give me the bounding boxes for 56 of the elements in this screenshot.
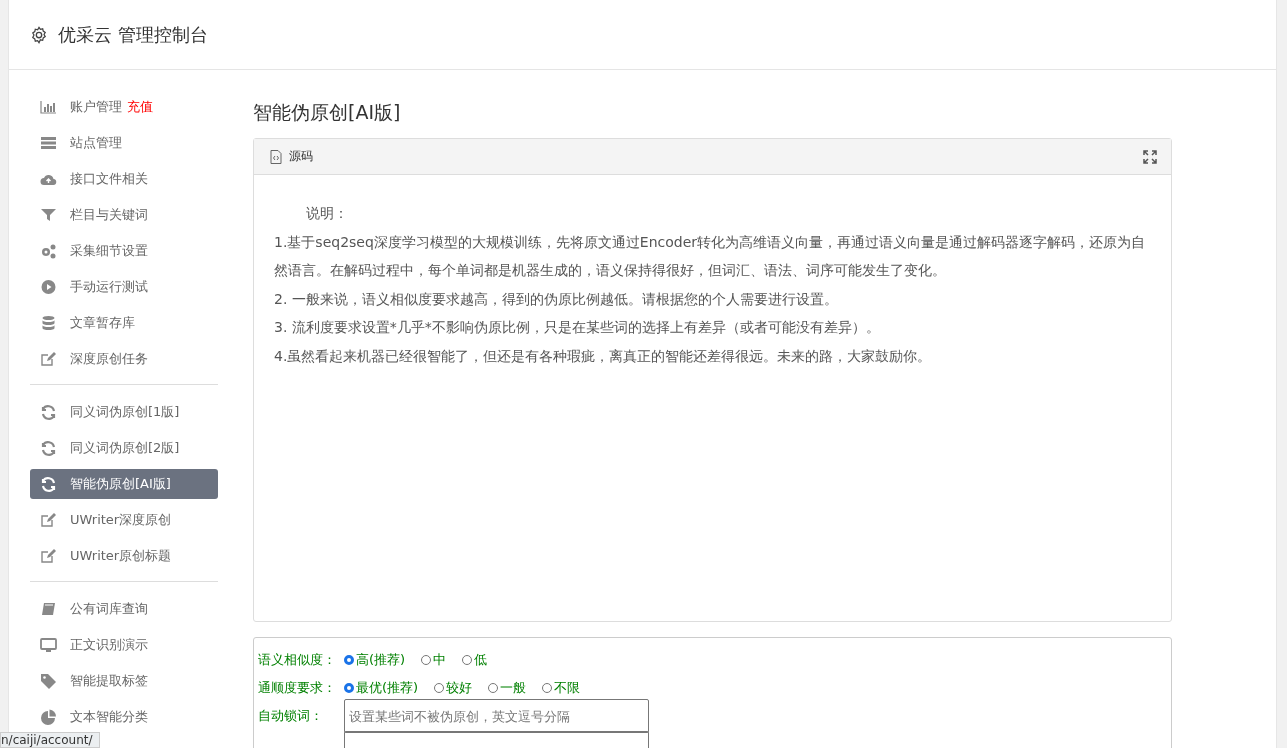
- source-button[interactable]: 源码: [268, 146, 315, 167]
- sidebar-item[interactable]: 公有词库查询: [30, 594, 218, 624]
- description-paragraph: 1.基于seq2seq深度学习模型的大规模训练，先将原文通过Encoder转化为高维语义向量，再通过语义向量是通过解码器逐字解码，还原为自然语言。在解码过程中，每个单词都是机器生成的，语义保持得很好，但词汇、语法、词序可能发生了变化。: [274, 232, 1147, 280]
- lock-words-field[interactable]: 设置某些词不被伪原创，英文逗号分隔: [344, 699, 649, 733]
- radio-option[interactable]: 最优(推荐): [344, 679, 419, 697]
- bar-chart-icon: [40, 99, 57, 115]
- filter-icon: [40, 207, 57, 223]
- description-paragraph: 2. 一般来说，语义相似度要求越高，得到的伪原比例越低。请根据您的个人需要进行设置。: [274, 289, 839, 309]
- radio-option[interactable]: 低: [462, 651, 488, 669]
- sidebar-item[interactable]: 文章暂存库: [30, 308, 218, 338]
- option-label: 通顺度要求：: [258, 679, 337, 697]
- radio-option[interactable]: 高(推荐): [344, 651, 406, 669]
- code-file-icon: [270, 149, 282, 164]
- radio-option[interactable]: 不限: [542, 679, 581, 697]
- sidebar-item[interactable]: 接口文件相关: [30, 164, 218, 194]
- refresh-icon: [40, 440, 57, 456]
- sidebar-item[interactable]: 深度原创任务: [30, 344, 218, 374]
- radio-option[interactable]: 较好: [434, 679, 473, 697]
- sidebar-item[interactable]: 采集细节设置: [30, 236, 218, 266]
- status-url: n/caiji/account/: [0, 732, 100, 748]
- description-paragraph: 4.虽然看起来机器已经很智能了，但还是有各种瑕疵，离真正的智能还差得很远。未来的路，大家鼓励你。: [274, 346, 933, 366]
- radio-option[interactable]: 中: [421, 651, 447, 669]
- monitor-icon: [40, 637, 57, 653]
- sidebar-item[interactable]: 同义词伪原创[2版]: [30, 433, 218, 463]
- tag-icon: [40, 673, 57, 689]
- recharge-link[interactable]: 充值: [127, 98, 153, 116]
- radio-option[interactable]: 一般: [488, 679, 527, 697]
- sidebar-item[interactable]: UWriter深度原创: [30, 505, 218, 535]
- server-icon: [40, 135, 57, 151]
- description-paragraph: 3. 流利度要求设置*几乎*不影响伪原比例，只是在某些词的选择上有差异（或者可能没有差异）。: [274, 318, 881, 337]
- edit-icon: [40, 512, 57, 528]
- sidebar-item[interactable]: 智能提取标签: [30, 666, 218, 696]
- database-icon: [40, 315, 57, 331]
- sidebar-item[interactable]: 账户管理 充值: [30, 92, 218, 122]
- sidebar-item[interactable]: 智能伪原创[AI版]: [30, 469, 218, 499]
- refresh-icon: [40, 476, 57, 492]
- sidebar-item[interactable]: 手动运行测试: [30, 272, 218, 302]
- settings-icon: [30, 25, 48, 44]
- sidebar-item[interactable]: 正文识别演示: [30, 630, 218, 660]
- description-heading: 说明：: [305, 204, 349, 223]
- sidebar-item[interactable]: 站点管理: [30, 128, 218, 158]
- edit-icon: [40, 351, 57, 367]
- option-label: 语义相似度：: [258, 651, 337, 669]
- play-icon: [40, 279, 57, 295]
- console-title: 优采云 管理控制台: [58, 22, 208, 47]
- option-label: 自动锁词：: [258, 707, 324, 725]
- fullscreen-icon[interactable]: [1143, 149, 1157, 164]
- sidebar-item[interactable]: 栏目与关键词: [30, 200, 218, 230]
- sidebar-item[interactable]: 文本智能分类: [30, 702, 218, 732]
- edit-icon: [40, 548, 57, 564]
- refresh-icon: [40, 404, 57, 420]
- sidebar-item[interactable]: UWriter原创标题: [30, 541, 218, 571]
- book-icon: [40, 601, 57, 617]
- page-title: 智能伪原创[AI版]: [253, 100, 402, 125]
- sidebar-item[interactable]: 同义词伪原创[1版]: [30, 397, 218, 427]
- pie-chart-icon: [40, 709, 57, 725]
